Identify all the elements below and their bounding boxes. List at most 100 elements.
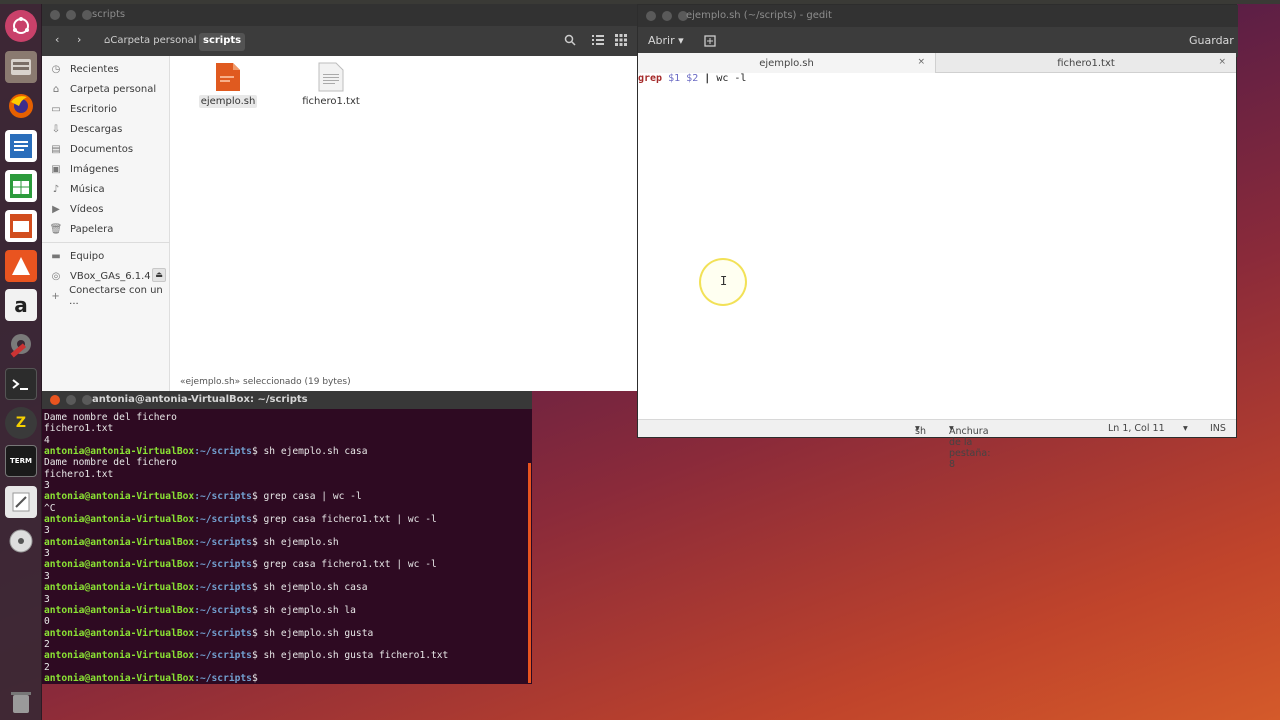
terminal-command-line: antonia@antonia-VirtualBox:~/scripts$ gr… <box>44 514 524 525</box>
sidebar-item-label: Papelera <box>70 223 114 235</box>
sidebar-item-vbox[interactable]: ◎ VBox_GAs_6.1.4 ⏏ <box>50 267 168 285</box>
terminal-output-line: fichero1.txt <box>44 468 114 480</box>
trash-icon[interactable] <box>5 686 37 718</box>
sidebar-item-equipo[interactable]: ▬ Equipo <box>50 247 168 265</box>
gedit-statusbar: sh ▾ Anchura de la pestaña: 8 ▾ Ln 1, Co… <box>638 419 1236 470</box>
file-item-ejemplo[interactable]: ejemplo.sh <box>196 62 260 108</box>
dash-icon[interactable] <box>5 10 37 42</box>
prompt-user: antonia@antonia-VirtualBox <box>44 536 195 548</box>
terminal-output-line: 3 <box>44 593 50 605</box>
maximize-icon[interactable] <box>82 10 92 20</box>
file-manager-icon[interactable] <box>5 51 37 83</box>
settings-icon[interactable] <box>5 328 37 360</box>
sidebar-item-videos[interactable]: ▶ Vídeos <box>50 200 168 218</box>
save-button[interactable]: Guardar <box>1189 34 1234 47</box>
sidebar-item-recientes[interactable]: ◷ Recientes <box>50 60 168 78</box>
tab-width-selector[interactable]: Anchura de la pestaña: 8 ▾ <box>949 423 990 470</box>
text-editor-icon[interactable] <box>5 486 37 518</box>
sidebar-item-documentos[interactable]: ▤ Documentos <box>50 140 168 158</box>
grid-view-icon[interactable] <box>615 34 627 49</box>
document-icon: ▤ <box>51 143 61 155</box>
sidebar-item-label: Vídeos <box>70 203 104 215</box>
tab-fichero1[interactable]: fichero1.txt × <box>936 53 1236 73</box>
prompt-path: :~/scripts <box>194 446 252 458</box>
terminal-command-line: antonia@antonia-VirtualBox:~/scripts$ sh… <box>44 582 524 593</box>
prompt-user: antonia@antonia-VirtualBox <box>44 672 195 684</box>
writer-icon[interactable] <box>5 130 37 162</box>
tab-label: ejemplo.sh <box>759 57 814 69</box>
new-tab-icon[interactable] <box>704 35 716 50</box>
open-button[interactable]: Abrir ▾ <box>648 34 684 47</box>
sidebar-item-label: Conectarse con un ... <box>69 285 163 307</box>
disc-icon: ◎ <box>51 270 61 282</box>
terminal-output-line: 3 <box>44 570 50 582</box>
language-selector[interactable]: sh ▾ <box>915 423 926 437</box>
position-dropdown-icon[interactable]: ▾ <box>1183 423 1188 434</box>
terminal-output-line: 2 <box>44 661 50 673</box>
close-icon[interactable] <box>646 11 656 21</box>
eject-icon[interactable]: ⏏ <box>152 268 166 282</box>
breadcrumb-scripts[interactable]: scripts <box>199 33 246 51</box>
sidebar-item-musica[interactable]: ♪ Música <box>50 180 168 198</box>
xterm-icon[interactable]: TERM <box>5 445 37 477</box>
file-name: ejemplo.sh <box>198 95 258 108</box>
tab-ejemplo[interactable]: ejemplo.sh × <box>638 53 936 73</box>
minimize-icon[interactable] <box>66 395 76 405</box>
software-center-icon[interactable] <box>5 250 37 282</box>
minimize-icon[interactable] <box>662 11 672 21</box>
terminal-icon[interactable] <box>5 368 37 400</box>
close-icon[interactable] <box>50 10 60 20</box>
sidebar-item-home[interactable]: ⌂ Carpeta personal <box>50 80 168 98</box>
sidebar-item-imagenes[interactable]: ▣ Imágenes <box>50 160 168 178</box>
home-icon: ⌂ <box>52 83 60 95</box>
video-icon: ▶ <box>52 203 60 215</box>
text-cursor-icon: I <box>720 274 728 288</box>
firefox-icon[interactable] <box>5 90 37 122</box>
prompt-user: antonia@antonia-VirtualBox <box>44 559 195 571</box>
gedit-window: ejemplo.sh (~/scripts) - gedit Abrir ▾ G… <box>637 4 1238 470</box>
sidebar-item-papelera[interactable]: 🗑 Papelera <box>50 220 168 238</box>
prompt-path: :~/scripts <box>194 536 252 548</box>
tab-label: fichero1.txt <box>1057 57 1115 69</box>
sidebar-item-connect[interactable]: + Conectarse con un ... <box>50 285 168 307</box>
search-icon[interactable] <box>564 34 576 49</box>
terminal-command-line: antonia@antonia-VirtualBox:~/scripts$ gr… <box>44 559 524 570</box>
amazon-icon[interactable]: a <box>5 289 37 321</box>
prompt-path: :~/scripts <box>194 582 252 594</box>
prompt-user: antonia@antonia-VirtualBox <box>44 627 195 639</box>
file-name: fichero1.txt <box>302 96 360 107</box>
file-item-fichero1[interactable]: fichero1.txt <box>299 62 363 108</box>
minimize-icon[interactable] <box>66 10 76 20</box>
sidebar-item-descargas[interactable]: ⇩ Descargas <box>50 120 168 138</box>
terminal-output[interactable]: Dame nombre del fichero fichero1.txt 4 anto… <box>44 412 524 684</box>
code-editor-line[interactable]: grep $1 $2 | wc -l <box>638 73 746 84</box>
maximize-icon[interactable] <box>82 395 92 405</box>
code-args: $1 $2 <box>668 73 699 84</box>
close-tab-icon[interactable]: × <box>1218 57 1226 67</box>
gedit-tab-bar: ejemplo.sh × fichero1.txt × <box>638 53 1236 73</box>
prompt-path: :~/scripts <box>194 672 252 684</box>
code-rest: wc -l <box>716 73 747 84</box>
cursor-position: Ln 1, Col 11 <box>1108 423 1165 434</box>
sidebar-item-label: Equipo <box>70 250 105 262</box>
calc-icon[interactable] <box>5 170 37 202</box>
terminal-scrollbar[interactable] <box>528 463 531 683</box>
breadcrumb-home[interactable]: ⌂Carpeta personal <box>100 33 201 51</box>
sidebar-item-label: Carpeta personal <box>70 83 157 95</box>
prompt-user: antonia@antonia-VirtualBox <box>44 604 195 616</box>
files-window-title: scripts <box>92 9 126 20</box>
files-titlebar: scripts <box>42 4 638 26</box>
sidebar-item-escritorio[interactable]: ▭ Escritorio <box>50 100 168 118</box>
terminal-command-line: antonia@antonia-VirtualBox:~/scripts$ sh… <box>44 537 524 548</box>
list-view-icon[interactable] <box>592 34 604 49</box>
sidebar-item-label: Escritorio <box>70 103 117 115</box>
close-tab-icon[interactable]: × <box>917 57 925 67</box>
back-icon[interactable]: ‹ <box>55 33 59 46</box>
zeal-icon[interactable]: Z <box>5 407 37 439</box>
close-icon[interactable] <box>50 395 60 405</box>
gedit-window-title: ejemplo.sh (~/scripts) - gedit <box>686 10 832 21</box>
impress-icon[interactable] <box>5 210 37 242</box>
forward-icon[interactable]: › <box>77 33 81 46</box>
command-text: $ <box>251 672 264 684</box>
dvd-icon[interactable] <box>5 525 37 557</box>
